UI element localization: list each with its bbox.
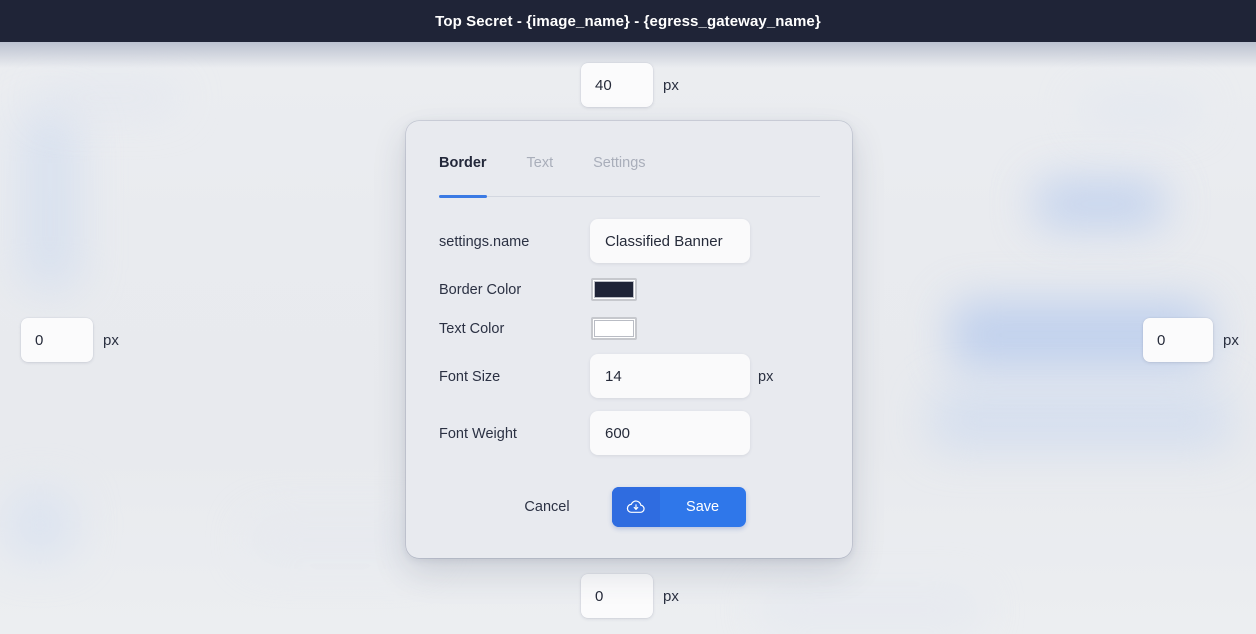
save-button[interactable]: Save	[611, 487, 746, 527]
padding-right-unit: px	[1223, 331, 1239, 349]
background-blur-shape	[20, 110, 80, 290]
name-input[interactable]: Classified Banner	[590, 219, 750, 263]
font-size-label: Font Size	[439, 369, 501, 385]
name-label: settings.name	[439, 234, 530, 250]
padding-right-group: 0 px	[1143, 318, 1239, 362]
padding-top-group: 40 px	[581, 63, 679, 107]
padding-bottom-unit: px	[663, 587, 679, 605]
background-blur-shape	[1080, 95, 1200, 125]
tab-border[interactable]: Border	[439, 150, 487, 198]
padding-top-input[interactable]: 40	[581, 63, 653, 107]
border-color-label: Border Color	[439, 282, 522, 298]
font-weight-input[interactable]: 600	[590, 411, 750, 455]
border-color-chip	[594, 281, 634, 298]
text-color-chip	[594, 320, 634, 337]
tab-text[interactable]: Text	[527, 150, 554, 196]
padding-right-input[interactable]: 0	[1143, 318, 1213, 362]
banner-title: Top Secret - {image_name} - {egress_gate…	[435, 12, 821, 30]
padding-left-unit: px	[103, 331, 119, 349]
padding-left-group: 0 px	[21, 318, 119, 362]
background-blur-shape	[1035, 180, 1165, 228]
font-size-input[interactable]: 14	[590, 354, 750, 398]
cloud-download-icon	[611, 487, 660, 527]
cancel-button[interactable]: Cancel	[512, 491, 581, 523]
padding-left-input[interactable]: 0	[21, 318, 93, 362]
border-color-swatch[interactable]	[591, 278, 637, 301]
background-blur-shape	[250, 520, 430, 560]
padding-top-unit: px	[663, 76, 679, 94]
settings-dialog: Border Text Settings settings.name Class…	[406, 121, 852, 558]
save-button-label: Save	[686, 499, 720, 515]
background-blur-shape	[40, 85, 180, 111]
text-color-label: Text Color	[439, 321, 505, 337]
padding-bottom-input[interactable]: 0	[581, 574, 653, 618]
classification-banner: Top Secret - {image_name} - {egress_gate…	[0, 0, 1256, 42]
padding-bottom-group: 0 px	[581, 574, 679, 618]
dialog-footer: Cancel Save	[406, 487, 852, 527]
font-weight-label: Font Weight	[439, 426, 517, 442]
background-blur-shape	[5, 490, 75, 560]
font-size-unit: px	[758, 369, 774, 385]
background-blur-shape	[930, 390, 1230, 450]
text-color-swatch[interactable]	[591, 317, 637, 340]
dialog-tabs: Border Text Settings	[439, 150, 820, 198]
background-blur-shape	[760, 590, 980, 630]
tab-settings[interactable]: Settings	[593, 150, 645, 196]
